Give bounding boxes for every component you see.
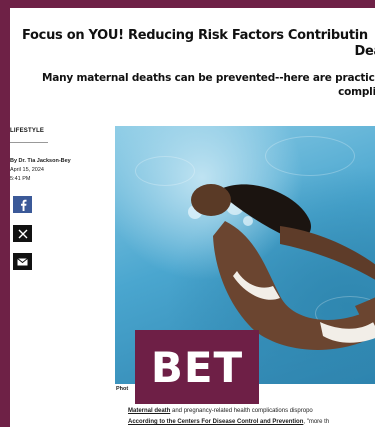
article-headline: Focus on YOU! Reducing Risk Factors Cont…: [22, 28, 375, 60]
headline-line-2: Dea: [354, 44, 375, 59]
bet-logo-text: BET: [150, 342, 244, 392]
dek-line-2: complic: [338, 86, 375, 98]
facebook-icon: [20, 199, 26, 211]
x-share-button[interactable]: [13, 225, 32, 242]
publish-date: April 15, 2024: [10, 167, 44, 173]
dek-line-1: Many maternal deaths can be prevented--h…: [42, 72, 375, 84]
facebook-share-button[interactable]: [13, 196, 32, 213]
maternal-death-link[interactable]: Maternal death: [128, 408, 170, 414]
byline: By Dr. Tia Jackson-Bey April 15, 2024 5:…: [10, 157, 90, 184]
email-share-button[interactable]: [13, 253, 32, 270]
author-name[interactable]: By Dr. Tia Jackson-Bey: [10, 157, 90, 166]
body-text-1: and pregnancy-related health complicatio…: [170, 408, 313, 414]
article-body: Maternal death and pregnancy-related hea…: [128, 406, 375, 427]
section-divider: [10, 142, 48, 143]
section-tag[interactable]: LIFESTYLE: [10, 128, 44, 134]
cdc-link[interactable]: According to the Centers For Disease Con…: [128, 419, 303, 425]
photo-credit: Phot: [116, 386, 129, 392]
body-text-2: , "more th: [303, 419, 330, 425]
headline-line-1: Focus on YOU! Reducing Risk Factors Cont…: [22, 28, 368, 43]
publish-time: 5:41 PM: [10, 176, 31, 182]
article-dek: Many maternal deaths can be prevented--h…: [42, 71, 375, 99]
x-icon: [18, 229, 27, 238]
bet-logo: BET: [135, 330, 259, 404]
email-icon: [17, 257, 28, 265]
